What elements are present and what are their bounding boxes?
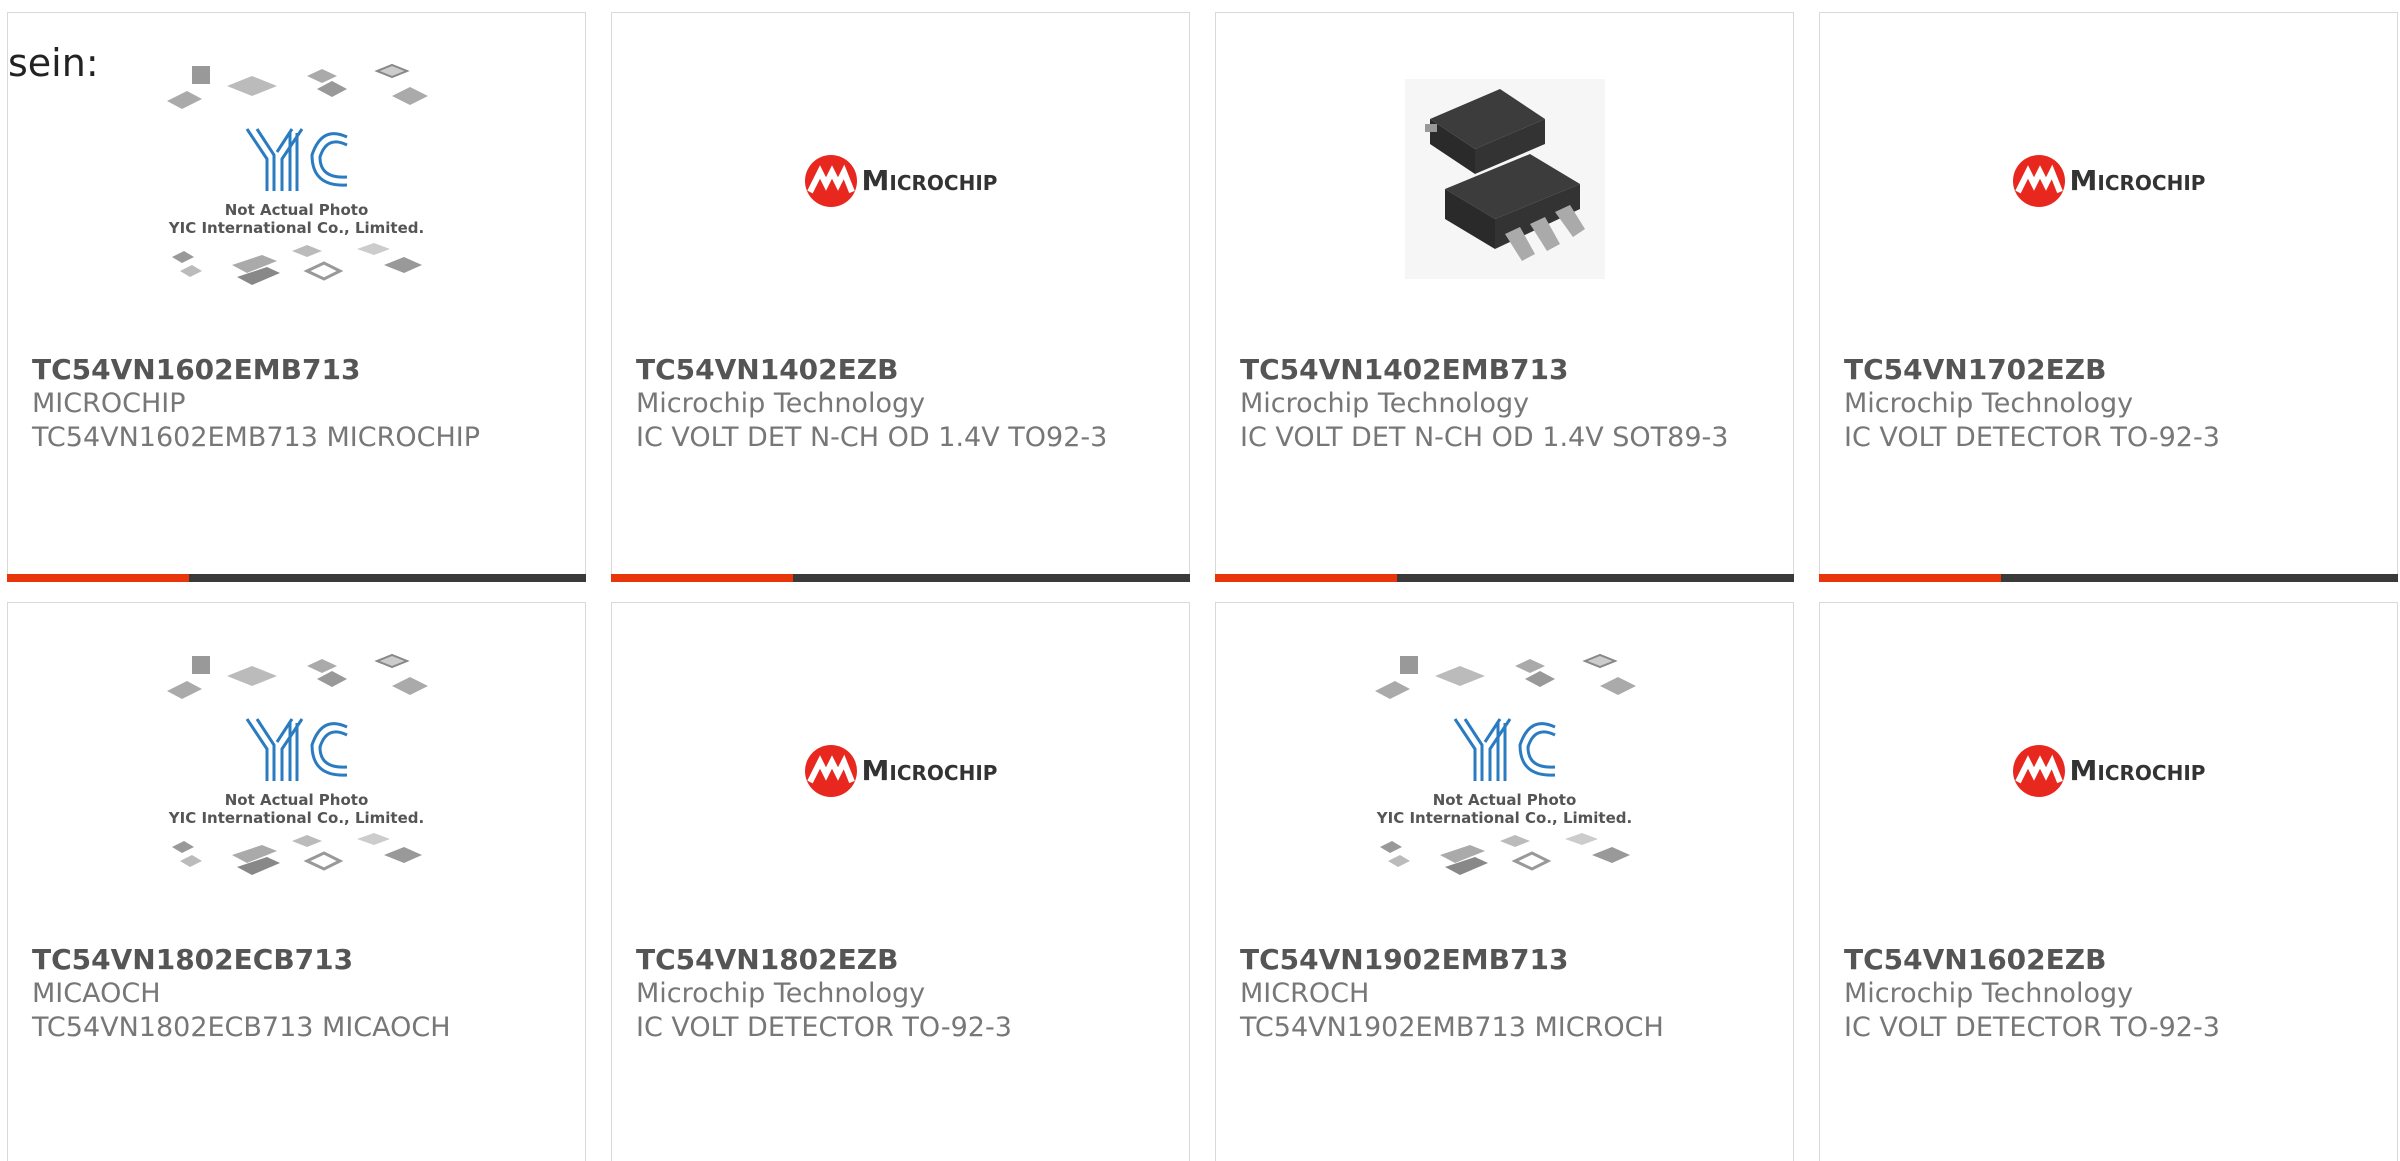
product-image[interactable]: Microchip <box>1820 13 2397 348</box>
placeholder-caption-line1: Not Actual Photo <box>224 790 369 809</box>
product-card[interactable]: Microchip TC54VN1602EZB Microchip Technolo… <box>1819 602 2398 1161</box>
chips-top-icon <box>166 653 428 699</box>
product-manufacturer: MICROCHIP <box>32 388 186 419</box>
product-info: TC54VN1402EZB Microchip Technology IC VOLT… <box>636 353 1156 455</box>
product-manufacturer: MICROCH <box>1240 978 1370 1009</box>
card-bottom-accent <box>7 574 190 582</box>
product-card[interactable]: Microchip TC54VN1402EZB Microchip Technolo… <box>611 12 1190 582</box>
product-image[interactable]: Not Actual Photo YIC International Co., L… <box>1216 603 1793 938</box>
product-info: TC54VN1802EZB Microchip Technology IC VOLT… <box>636 943 1156 1045</box>
product-description: TC54VN1602EMB713 MICROCHIP <box>32 422 481 453</box>
yic-logo-icon <box>245 127 348 191</box>
product-info: TC54VN1702EZB Microchip Technology IC VOLT… <box>1844 353 2364 455</box>
card-bottom-accent <box>611 574 794 582</box>
chips-top-icon <box>1374 653 1636 699</box>
product-description: IC VOLT DETECTOR TO-92-3 <box>1844 1012 2220 1043</box>
product-part-number[interactable]: TC54VN1902EMB713 <box>1240 943 1760 977</box>
product-image[interactable]: Microchip <box>612 13 1189 348</box>
product-card[interactable]: Not Actual Photo YIC International Co., L… <box>1215 602 1794 1161</box>
product-image[interactable]: Microchip <box>1820 603 2397 938</box>
microchip-logo-icon <box>2012 744 2065 797</box>
product-manufacturer: Microchip Technology <box>636 978 926 1009</box>
product-part-number[interactable]: TC54VN1802ECB713 <box>32 943 552 977</box>
placeholder-caption-line1: Not Actual Photo <box>224 200 369 219</box>
product-description: IC VOLT DETECTOR TO-92-3 <box>1844 422 2220 453</box>
product-description: TC54VN1802ECB713 MICAOCH <box>32 1012 451 1043</box>
product-manufacturer: Microchip Technology <box>1844 388 2134 419</box>
product-manufacturer: Microchip Technology <box>1240 388 1530 419</box>
product-card[interactable]: Not Actual Photo YIC International Co., L… <box>7 12 586 582</box>
chips-top-icon <box>166 63 428 109</box>
microchip-logo: Microchip <box>804 154 998 208</box>
microchip-logo: Microchip <box>2012 744 2206 798</box>
card-bottom-bar <box>1215 574 1794 582</box>
microchip-logo-text: Microchip <box>861 164 998 197</box>
product-grid-page: sein: Not Actual Photo YIC International … <box>0 0 2400 1161</box>
yic-logo-icon <box>1453 717 1556 781</box>
product-info: TC54VN1602EMB713 MICROCHIP TC54VN1602EMB71… <box>32 353 552 455</box>
sot89-package-image <box>1404 78 1605 283</box>
product-info: TC54VN1402EMB713 Microchip Technology IC V… <box>1240 353 1760 455</box>
yic-placeholder-image: Not Actual Photo YIC International Co., L… <box>162 651 432 891</box>
product-part-number[interactable]: TC54VN1602EMB713 <box>32 353 552 387</box>
product-manufacturer: Microchip Technology <box>1844 978 2134 1009</box>
product-card[interactable]: Microchip TC54VN1702EZB Microchip Technolo… <box>1819 12 2398 582</box>
product-info: TC54VN1802ECB713 MICAOCH TC54VN1802ECB713 … <box>32 943 552 1045</box>
card-bottom-bar <box>7 574 586 582</box>
product-manufacturer: MICAOCH <box>32 978 161 1009</box>
product-manufacturer: Microchip Technology <box>636 388 926 419</box>
microchip-logo-text: Microchip <box>2069 754 2206 787</box>
product-part-number[interactable]: TC54VN1402EMB713 <box>1240 353 1760 387</box>
product-info: TC54VN1602EZB Microchip Technology IC VOLT… <box>1844 943 2364 1045</box>
product-description: IC VOLT DET N-CH OD 1.4V SOT89-3 <box>1240 422 1729 453</box>
microchip-logo-icon <box>804 154 857 207</box>
product-part-number[interactable]: TC54VN1602EZB <box>1844 943 2364 977</box>
card-bottom-accent <box>1215 574 1398 582</box>
placeholder-caption-line2: YIC International Co., Limited. <box>168 218 425 237</box>
chips-bottom-icon <box>1379 832 1630 875</box>
yic-placeholder-image: Not Actual Photo YIC International Co., L… <box>1370 651 1640 891</box>
product-card[interactable]: TC54VN1402EMB713 Microchip Technology IC V… <box>1215 12 1794 582</box>
card-bottom-bar <box>611 574 1190 582</box>
chips-bottom-icon <box>171 242 422 285</box>
placeholder-caption-line1: Not Actual Photo <box>1432 790 1577 809</box>
microchip-logo-icon <box>804 744 857 797</box>
product-description: IC VOLT DETECTOR TO-92-3 <box>636 1012 1012 1043</box>
card-bottom-accent <box>1819 574 2002 582</box>
product-description: IC VOLT DET N-CH OD 1.4V TO92-3 <box>636 422 1108 453</box>
chips-bottom-icon <box>171 832 422 875</box>
product-card[interactable]: Microchip TC54VN1802EZB Microchip Technolo… <box>611 602 1190 1161</box>
microchip-logo-text: Microchip <box>861 754 998 787</box>
product-card[interactable]: Not Actual Photo YIC International Co., L… <box>7 602 586 1161</box>
placeholder-caption-line2: YIC International Co., Limited. <box>1376 808 1633 827</box>
product-image[interactable]: Not Actual Photo YIC International Co., L… <box>8 603 585 938</box>
product-image[interactable]: Microchip <box>612 603 1189 938</box>
microchip-logo-icon <box>2012 154 2065 207</box>
product-part-number[interactable]: TC54VN1702EZB <box>1844 353 2364 387</box>
product-part-number[interactable]: TC54VN1802EZB <box>636 943 1156 977</box>
card-bottom-bar <box>1819 574 2398 582</box>
header-fragment: sein: <box>8 41 99 85</box>
microchip-logo: Microchip <box>804 744 998 798</box>
yic-logo-icon <box>245 717 348 781</box>
microchip-logo: Microchip <box>2012 154 2206 208</box>
product-image[interactable] <box>1216 13 1793 348</box>
placeholder-caption-line2: YIC International Co., Limited. <box>168 808 425 827</box>
product-description: TC54VN1902EMB713 MICROCH <box>1240 1012 1664 1043</box>
product-part-number[interactable]: TC54VN1402EZB <box>636 353 1156 387</box>
microchip-logo-text: Microchip <box>2069 164 2206 197</box>
product-info: TC54VN1902EMB713 MICROCH TC54VN1902EMB713 … <box>1240 943 1760 1045</box>
yic-placeholder-image: Not Actual Photo YIC International Co., L… <box>162 61 432 301</box>
sot89-package-icon <box>1404 78 1605 279</box>
